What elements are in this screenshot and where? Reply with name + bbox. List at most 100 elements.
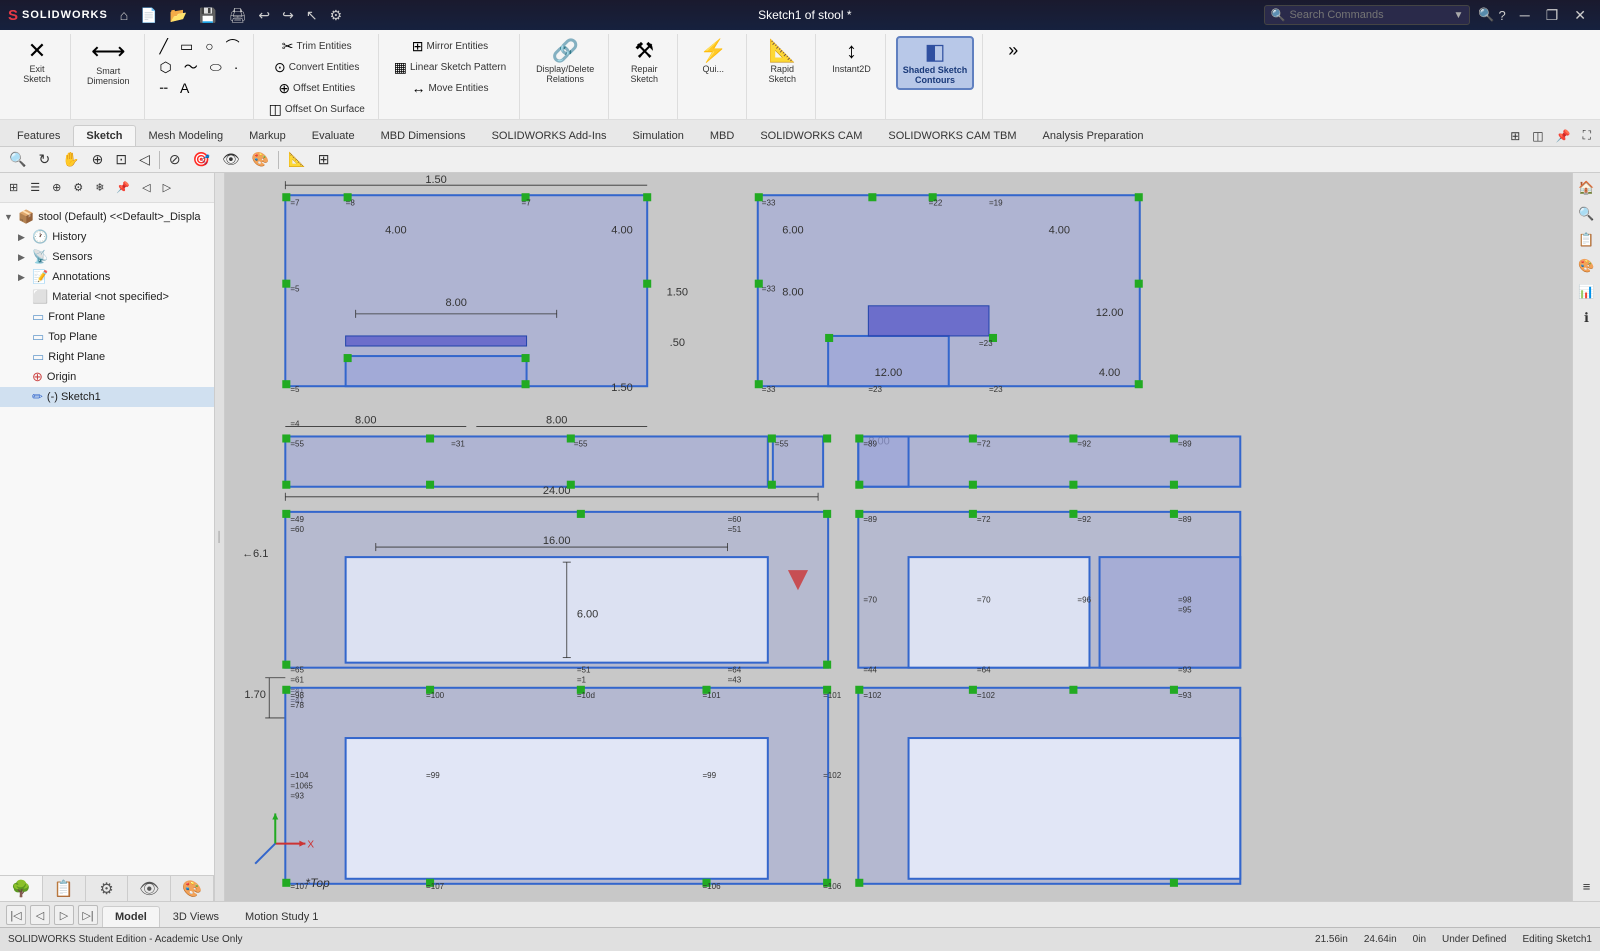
exit-sketch-button[interactable]: ✕ ExitSketch [12, 36, 62, 88]
redo-button[interactable]: ↪ [278, 5, 298, 26]
print-button[interactable]: 🖨 [225, 5, 251, 26]
move-entities-button[interactable]: ↔ Move Entities [389, 78, 511, 98]
trim-entities-button[interactable]: ✂ Trim Entities [264, 36, 370, 56]
options-button[interactable]: ⚙ [326, 5, 347, 26]
help-button[interactable]: ? [1499, 8, 1506, 23]
tab-mesh-modeling[interactable]: Mesh Modeling [136, 125, 237, 146]
tab-sketch[interactable]: Sketch [73, 125, 135, 146]
tree-item-root[interactable]: ▼ 📦 stool (Default) <<Default>_Displa [0, 207, 214, 227]
rectangle-button[interactable]: ▭ [175, 36, 198, 56]
expand-button[interactable]: ⛶ [1578, 125, 1596, 146]
tree-item-history[interactable]: ▶ 🕐 History [0, 227, 214, 247]
tab-simulation[interactable]: Simulation [620, 125, 697, 146]
view-tools-button[interactable]: 🔍 [4, 148, 31, 171]
tree-item-sketch1[interactable]: ✏ (-) Sketch1 [0, 387, 214, 407]
convert-entities-button[interactable]: ⊙ Convert Entities [264, 57, 370, 77]
quick-snaps-button[interactable]: ⚡ Qui... [688, 36, 738, 78]
display-relations-button[interactable]: 🔗 Display/DeleteRelations [530, 36, 600, 88]
nav-first-button[interactable]: |◁ [6, 905, 26, 925]
smart-dimension-button[interactable]: ⟷ SmartDimension [81, 36, 136, 90]
fit-button[interactable]: ⊡ [110, 148, 132, 171]
view-orient-button[interactable]: 🎯 [188, 148, 215, 171]
line-button[interactable]: ╱ [155, 36, 173, 56]
nav-next-button[interactable]: ▷ [54, 905, 74, 925]
nav-prev-button[interactable]: ◁ [30, 905, 50, 925]
ellipse-button[interactable]: ⬭ [205, 57, 227, 77]
spline-button[interactable]: 〜 [179, 57, 203, 77]
minimize-button[interactable]: ─ [1514, 5, 1536, 26]
sketch-display-button[interactable]: 📐 [283, 148, 310, 171]
panel-tab-feature-tree[interactable]: 🌳 [0, 876, 43, 901]
tab-analysis[interactable]: Analysis Preparation [1030, 125, 1157, 146]
right-expand-button[interactable]: ≡ [1576, 875, 1598, 897]
panel-tab-config[interactable]: ⚙ [86, 876, 129, 901]
arc-button[interactable]: ⌒ [221, 36, 245, 56]
linear-pattern-button[interactable]: ▦ Linear Sketch Pattern [389, 57, 511, 77]
centerline-button[interactable]: ╌ [155, 78, 173, 98]
right-appearances-button[interactable]: 🎨 [1576, 255, 1598, 277]
tree-item-sensors[interactable]: ▶ 📡 Sensors [0, 247, 214, 267]
new-button[interactable]: 📄 [136, 5, 161, 26]
display-style-button[interactable]: 🎨 [247, 148, 274, 171]
tab-mbd-dimensions[interactable]: MBD Dimensions [368, 125, 479, 146]
grid-button[interactable]: ⊞ [313, 148, 335, 171]
rapid-sketch-button[interactable]: 📐 RapidSketch [757, 36, 807, 88]
right-search-button[interactable]: 🔍 [1576, 203, 1598, 225]
nav-last-button[interactable]: ▷| [78, 905, 98, 925]
restore-button[interactable]: ❐ [1540, 5, 1565, 26]
ribbon-pin-button[interactable]: 📌 [1551, 126, 1576, 146]
bottom-tab-3dviews[interactable]: 3D Views [160, 906, 232, 927]
right-custom-prop-button[interactable]: 📊 [1576, 281, 1598, 303]
filter-button[interactable]: ⊕ [47, 178, 66, 197]
tree-item-top-plane[interactable]: ▭ Top Plane [0, 327, 214, 347]
forward-arrow-button[interactable]: ▷ [158, 178, 176, 197]
offset-surface-button[interactable]: ◫ Offset On Surface [264, 99, 370, 119]
polygon-button[interactable]: ⬡ [155, 57, 177, 77]
bottom-tab-motion[interactable]: Motion Study 1 [232, 906, 331, 927]
prev-view-button[interactable]: ◁ [134, 148, 155, 171]
save-button[interactable]: 💾 [195, 5, 220, 26]
tree-item-front-plane[interactable]: ▭ Front Plane [0, 307, 214, 327]
hide-show-button[interactable]: 👁 [217, 148, 245, 171]
offset-entities-button[interactable]: ⊕ Offset Entities [264, 78, 370, 98]
freeze-button[interactable]: ❄ [90, 178, 109, 197]
pin-tree-button[interactable]: 📌 [111, 178, 135, 197]
open-button[interactable]: 📂 [166, 5, 191, 26]
instant2d-button[interactable]: ↕ Instant2D [826, 36, 877, 78]
search-dropdown-icon[interactable]: ▼ [1453, 10, 1463, 21]
home-button[interactable]: ⌂ [116, 5, 132, 25]
tab-addins[interactable]: SOLIDWORKS Add-Ins [479, 125, 620, 146]
rotate-button[interactable]: ↻ [33, 148, 55, 171]
back-arrow-button[interactable]: ◁ [137, 178, 155, 197]
search-input[interactable] [1289, 9, 1449, 21]
tree-item-annotations[interactable]: ▶ 📝 Annotations [0, 267, 214, 287]
section-view-button[interactable]: ⊘ [164, 148, 186, 171]
repair-sketch-button[interactable]: ⚒ RepairSketch [619, 36, 669, 88]
tab-cam[interactable]: SOLIDWORKS CAM [747, 125, 875, 146]
shaded-contours-button[interactable]: ◧ Shaded SketchContours [896, 36, 975, 90]
tree-item-origin[interactable]: ⊕ Origin [0, 367, 214, 387]
circle-button[interactable]: ○ [200, 36, 218, 56]
tab-cam-tbm[interactable]: SOLIDWORKS CAM TBM [875, 125, 1029, 146]
mirror-entities-button[interactable]: ⊞ Mirror Entities [389, 36, 511, 56]
panel-tab-property[interactable]: 📋 [43, 876, 86, 901]
tree-item-right-plane[interactable]: ▭ Right Plane [0, 347, 214, 367]
panel-collapse-handle[interactable]: │ [215, 173, 225, 901]
close-button[interactable]: ✕ [1568, 5, 1592, 26]
expand-all-button[interactable]: ⊞ [4, 178, 23, 197]
right-tasks-button[interactable]: 📋 [1576, 229, 1598, 251]
search-box[interactable]: 🔍 ▼ [1264, 5, 1471, 25]
select-button[interactable]: ↖ [302, 5, 322, 26]
help-search-button[interactable]: 🔍 [1478, 7, 1494, 23]
panel-tab-display[interactable]: 👁 [128, 876, 171, 901]
right-home-button[interactable]: 🏠 [1576, 177, 1598, 199]
right-model-info-button[interactable]: ℹ [1576, 307, 1598, 329]
tree-item-material[interactable]: ⬜ Material <not specified> [0, 287, 214, 307]
more-options-button[interactable]: » [993, 36, 1033, 65]
zoom-button[interactable]: ⊕ [87, 148, 109, 171]
text-button[interactable]: A [175, 78, 194, 98]
settings-button[interactable]: ⚙ [68, 178, 88, 197]
tab-features[interactable]: Features [4, 125, 73, 146]
bottom-tab-model[interactable]: Model [102, 906, 160, 927]
panel-collapse-button[interactable]: ◫ [1527, 126, 1548, 146]
